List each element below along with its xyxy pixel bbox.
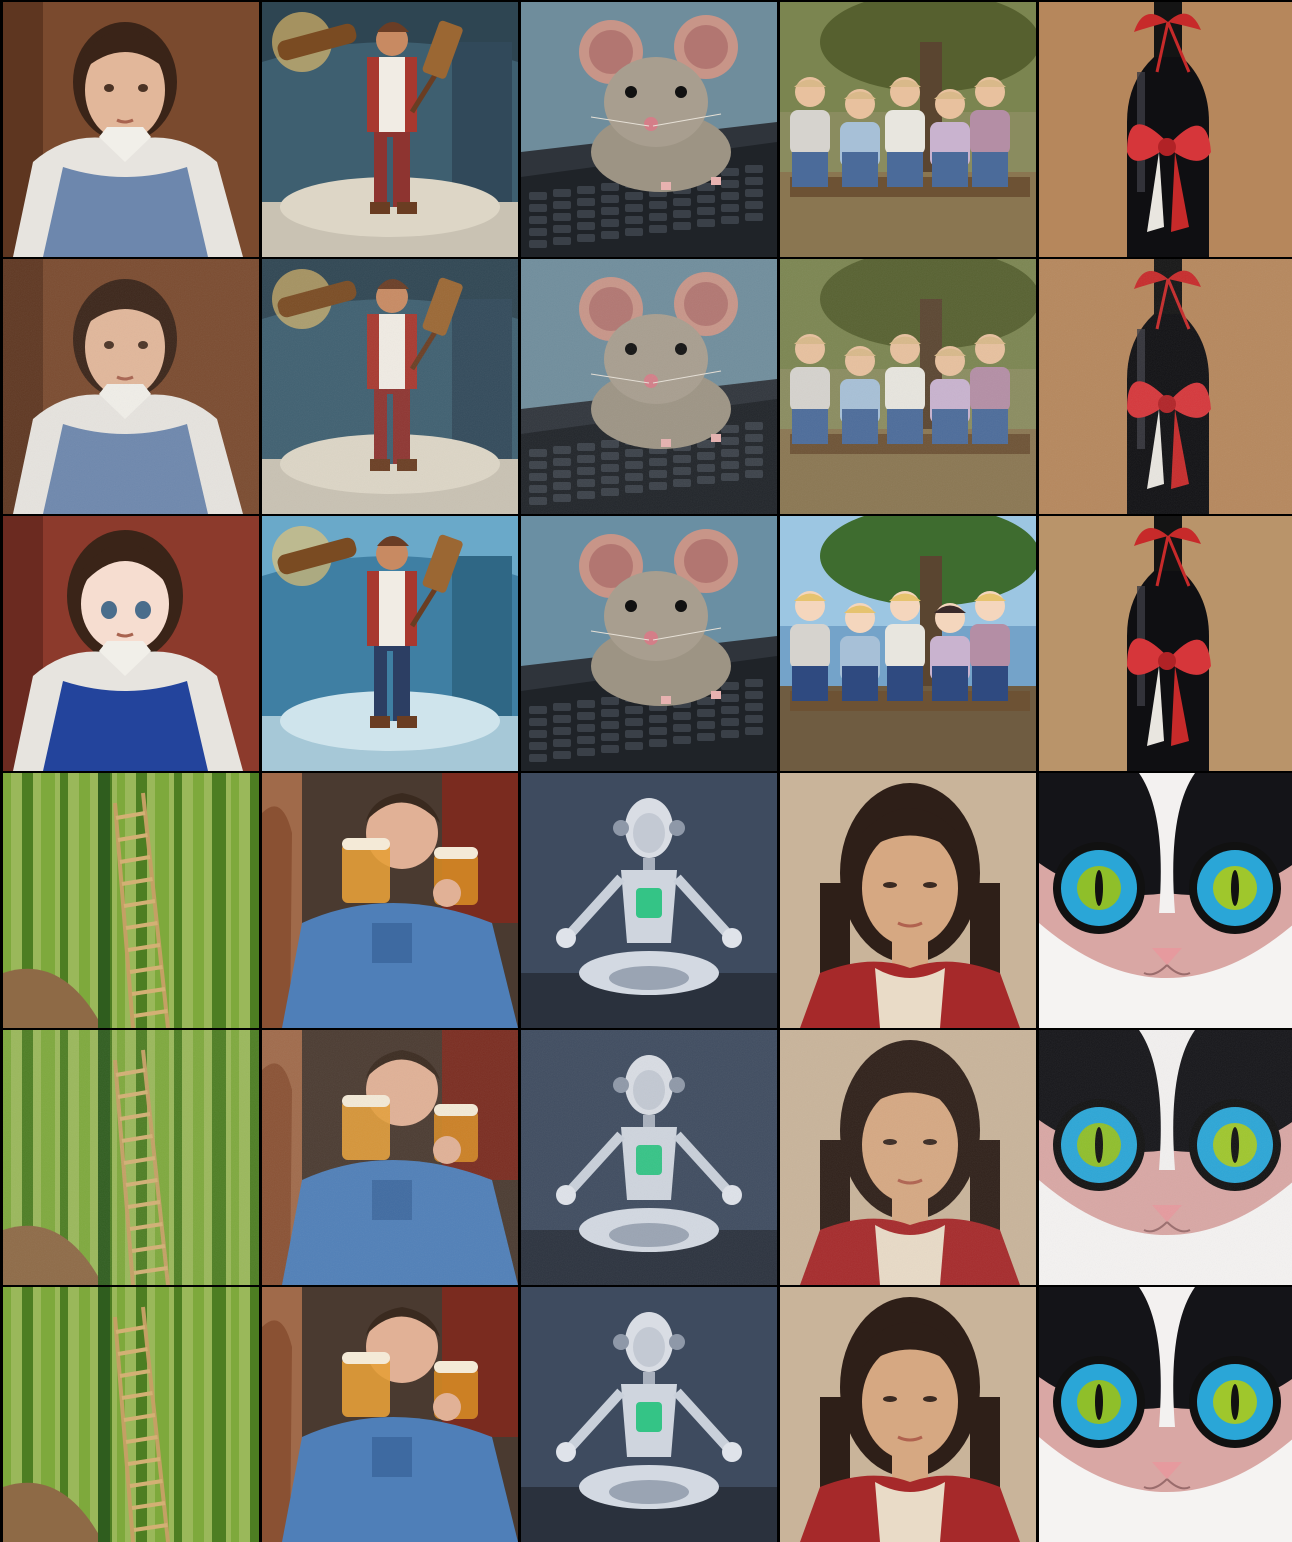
meditating-robot-photo-noisy-image <box>521 1030 777 1285</box>
man-drinking-beer-photo-noisy-image <box>262 1030 518 1285</box>
wine-bottle-with-ribbon-anime-image <box>1039 516 1292 771</box>
meditating-robot-illustration-image <box>521 1287 777 1542</box>
girl-portrait-painting-image <box>3 2 259 257</box>
man-drinking-beer-illustration-image <box>262 1287 518 1542</box>
bamboo-ladder-photo-image <box>3 773 259 1028</box>
bamboo-ladder-photo-noisy-image <box>3 1030 259 1285</box>
meditating-robot-photo-image <box>521 773 777 1028</box>
cat-with-glasses-photo-noisy-image <box>1039 1030 1292 1285</box>
man-with-mallets-painting-image <box>262 2 518 257</box>
children-on-bench-anime-image <box>780 516 1036 771</box>
mouse-on-laptop-painting-image <box>521 2 777 257</box>
girl-portrait-painting-noisy-image <box>3 259 259 514</box>
man-drinking-beer-photo-image <box>262 773 518 1028</box>
wine-bottle-with-ribbon-painting-noisy-image <box>1039 259 1292 514</box>
image-grid <box>0 0 1292 1542</box>
mouse-on-laptop-painting-noisy-image <box>521 259 777 514</box>
mouse-on-laptop-anime-image <box>521 516 777 771</box>
woman-portrait-photo-noisy-image <box>780 1030 1036 1285</box>
cat-with-glasses-illustration-image <box>1039 1287 1292 1542</box>
children-on-bench-painting-image <box>780 2 1036 257</box>
woman-portrait-photo-image <box>780 773 1036 1028</box>
wine-bottle-with-ribbon-painting-image <box>1039 2 1292 257</box>
bamboo-ladder-illustration-image <box>3 1287 259 1542</box>
children-on-bench-painting-noisy-image <box>780 259 1036 514</box>
man-with-mallets-anime-image <box>262 516 518 771</box>
man-with-mallets-painting-noisy-image <box>262 259 518 514</box>
girl-portrait-anime-image <box>3 516 259 771</box>
cat-with-glasses-photo-image <box>1039 773 1292 1028</box>
woman-portrait-illustration-image <box>780 1287 1036 1542</box>
